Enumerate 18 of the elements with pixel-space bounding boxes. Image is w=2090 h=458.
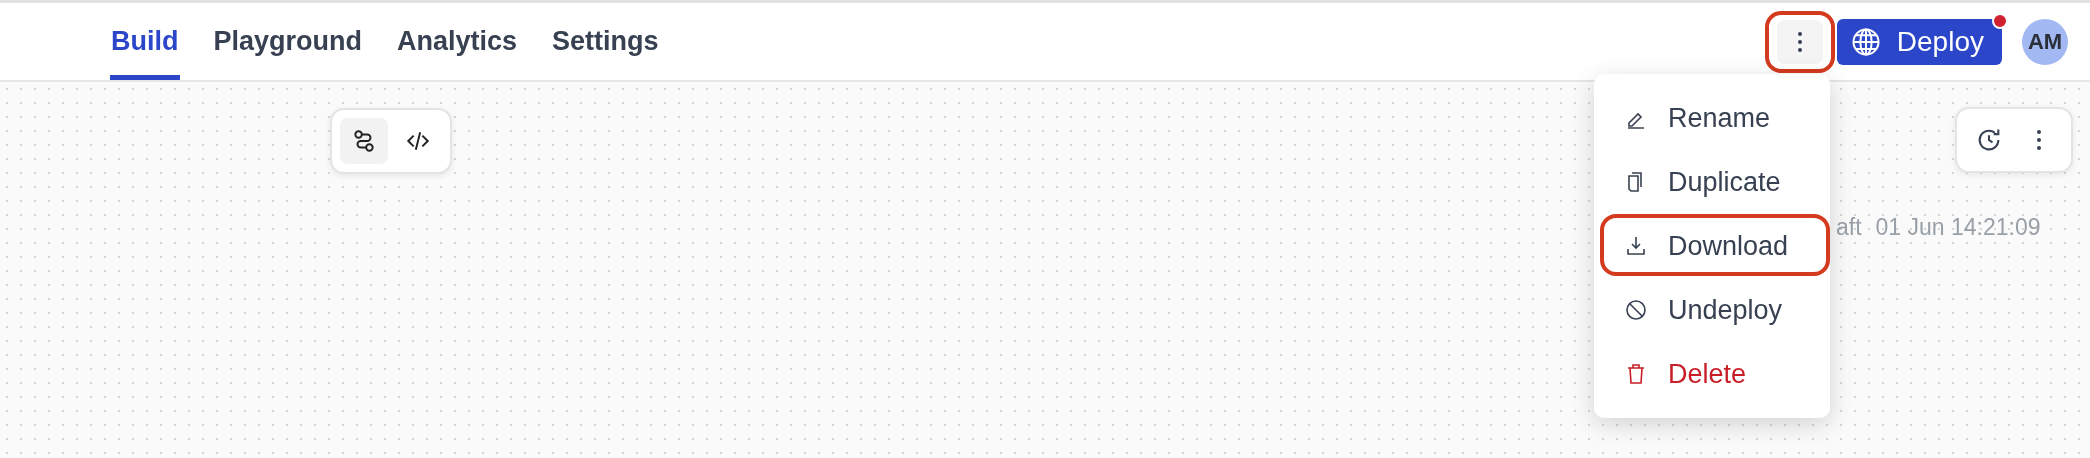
menu-item[interactable]: Rename	[1594, 86, 1830, 150]
more-icon	[1796, 29, 1803, 54]
version-state: aft	[1836, 214, 1862, 241]
nav-tab[interactable]: Settings	[551, 3, 660, 80]
menu-item[interactable]: Download	[1594, 214, 1830, 278]
download-icon	[1624, 234, 1648, 258]
more-icon	[2036, 128, 2042, 152]
menu-item[interactable]: Undeploy	[1594, 278, 1830, 342]
flow-icon	[351, 128, 377, 154]
user-avatar[interactable]: AM	[2022, 18, 2068, 65]
menu-item[interactable]: Delete	[1594, 342, 1830, 406]
globe-icon	[1850, 26, 1881, 57]
nav-tab[interactable]: Analytics	[396, 3, 519, 80]
version-timestamp: 01 Jun 14:21:09	[1875, 214, 2041, 241]
prohibited-icon	[1624, 298, 1648, 322]
flow-view-button[interactable]	[340, 118, 388, 164]
nav-tab[interactable]: Playground	[212, 3, 363, 80]
menu-item[interactable]: Duplicate	[1594, 150, 1830, 214]
